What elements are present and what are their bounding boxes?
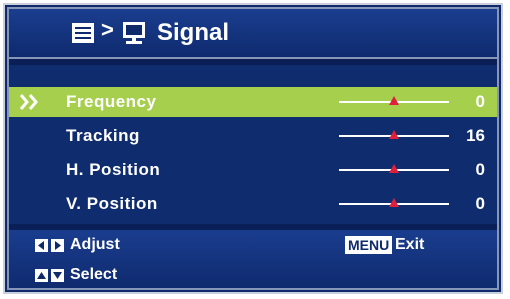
title-bar: > Signal — [9, 9, 497, 59]
slider-handle-icon[interactable] — [389, 96, 399, 106]
menu-item-label: Tracking — [66, 126, 140, 145]
menu-item-frequency[interactable]: Frequency 0 — [9, 87, 497, 117]
down-arrow-key-icon — [51, 269, 64, 282]
tracking-slider[interactable] — [339, 130, 449, 139]
menu-key-badge: MENU — [345, 236, 393, 254]
menu-item-value: 0 — [475, 92, 485, 111]
v-position-slider[interactable] — [339, 198, 449, 207]
menu-item-label: H. Position — [66, 160, 161, 179]
h-position-slider[interactable] — [339, 164, 449, 173]
slider-handle-icon[interactable] — [389, 130, 399, 140]
select-hint: Select — [70, 266, 118, 283]
menu-item-value: 0 — [475, 194, 485, 213]
osd-menu: > Signal Frequency 0 Tracking 16 H. Posi… — [3, 3, 503, 294]
osd-frame: > Signal Frequency 0 Tracking 16 H. Posi… — [7, 7, 499, 290]
menu-item-label: Frequency — [66, 92, 157, 111]
selection-chevrons-icon — [19, 94, 38, 110]
menu-item-v-position[interactable]: V. Position 0 — [9, 189, 497, 219]
slider-handle-icon[interactable] — [389, 198, 399, 208]
right-arrow-key-icon — [51, 239, 64, 252]
monitor-icon — [123, 22, 145, 44]
menu-item-label: V. Position — [66, 194, 158, 213]
left-arrow-key-icon — [35, 239, 48, 252]
menu-item-value: 0 — [475, 160, 485, 179]
up-arrow-key-icon — [35, 269, 48, 282]
footer-hints: Adjust MENU Exit Select — [9, 230, 497, 288]
breadcrumb-separator: > — [101, 17, 114, 42]
menu-list: Frequency 0 Tracking 16 H. Position 0 V.… — [9, 59, 497, 230]
page-title: Signal — [157, 19, 230, 46]
frequency-slider[interactable] — [339, 96, 449, 105]
menu-item-value: 16 — [466, 126, 485, 145]
menu-item-tracking[interactable]: Tracking 16 — [9, 121, 497, 151]
slider-handle-icon[interactable] — [389, 164, 399, 174]
exit-hint: Exit — [395, 236, 425, 253]
menu-list-icon — [72, 23, 94, 43]
menu-item-h-position[interactable]: H. Position 0 — [9, 155, 497, 185]
adjust-hint: Adjust — [70, 236, 120, 253]
